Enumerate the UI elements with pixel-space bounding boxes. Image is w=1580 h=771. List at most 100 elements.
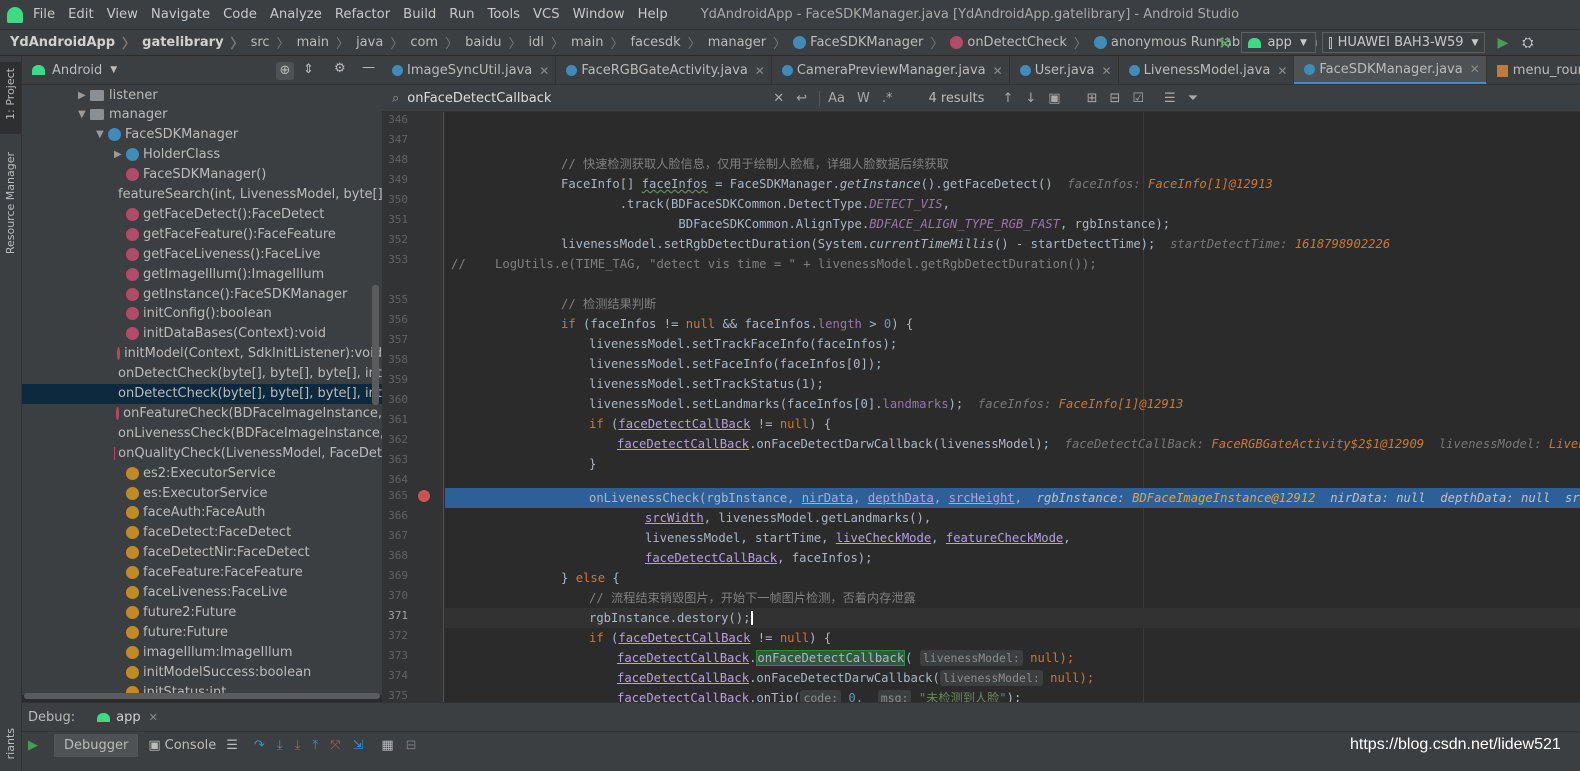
tree-item[interactable]: onLivenessCheck(BDFaceImageInstance, — [22, 423, 382, 443]
select-all-icon[interactable]: ☑ — [1132, 91, 1144, 106]
run-play-icon[interactable]: ▶ — [1497, 35, 1508, 51]
menu-edit[interactable]: Edit — [68, 7, 94, 22]
tab-file[interactable]: ImageSyncUtil.java ✕ — [382, 56, 557, 84]
trace-icon[interactable]: ⊟ — [406, 738, 417, 753]
menu-file[interactable]: File — [33, 7, 55, 22]
menu-refactor[interactable]: Refactor — [335, 7, 390, 22]
hammer-build-icon[interactable]: ⚒ — [1218, 34, 1231, 52]
threads-list-icon[interactable]: ☰ — [226, 738, 238, 753]
step-over-icon[interactable]: ↷ — [254, 738, 265, 753]
breadcrumb-item[interactable]: facesdk 〉 — [630, 33, 707, 52]
menu-tools[interactable]: Tools — [488, 7, 520, 22]
drop-frame-icon[interactable]: ⤧ — [330, 738, 340, 753]
close-icon[interactable]: ✕ — [149, 711, 158, 724]
breadcrumb-item[interactable]: YdAndroidApp 〉 — [10, 33, 142, 52]
tree-item[interactable]: ▼ FaceSDKManager — [22, 125, 382, 145]
resume-program-icon[interactable]: ▶ — [28, 738, 38, 753]
tree-item[interactable]: onDetectCheck(byte[], byte[], byte[], in… — [22, 364, 382, 384]
gear-icon[interactable]: ⚙ — [334, 61, 346, 76]
breakpoint-icon[interactable] — [418, 490, 430, 502]
show-filter-icon[interactable]: ☰ — [1164, 91, 1176, 106]
tab-file[interactable]: menu_round_frist.xml✕ — [1487, 56, 1580, 84]
breadcrumb-item[interactable]: manager 〉 — [708, 33, 793, 52]
breadcrumb-item[interactable]: src 〉 — [251, 33, 297, 52]
minimize-icon[interactable]: — — [362, 60, 375, 75]
code-editor[interactable]: // 快速检测获取人脸信息，仅用于绘制人脸框，详细人脸数据后续获取 FaceIn… — [445, 112, 1580, 702]
tree-item[interactable]: future:Future — [22, 622, 382, 642]
tree-item[interactable]: getFaceDetect():FaceDetect — [22, 204, 382, 224]
close-tab-icon[interactable]: ✕ — [755, 64, 765, 78]
breadcrumb-item[interactable]: onDetectCheck 〉 — [950, 33, 1094, 52]
tree-item[interactable]: onDetectCheck(byte[], byte[], byte[], in… — [22, 383, 382, 404]
tree-item[interactable]: initConfig():boolean — [22, 304, 382, 324]
next-occurrence-icon[interactable]: ↓ — [1025, 91, 1036, 106]
menu-help[interactable]: Help — [638, 7, 668, 22]
tab-file[interactable]: CameraPreviewManager.java ✕ — [772, 56, 1010, 84]
tab-file[interactable]: User.java ✕ — [1010, 56, 1119, 84]
menu-build[interactable]: Build — [403, 7, 436, 22]
tree-item[interactable]: es:ExecutorService — [22, 483, 382, 503]
tab-file[interactable]: FaceSDKManager.java ✕ — [1294, 56, 1487, 84]
tab-console[interactable]: Console — [165, 738, 217, 753]
menu-code[interactable]: Code — [223, 7, 257, 22]
tree-item[interactable]: initDataBases(Context):void — [22, 324, 382, 344]
tree-item[interactable]: ▶ HolderClass — [22, 145, 382, 165]
tree-item[interactable]: faceDetect:FaceDetect — [22, 523, 382, 543]
project-tool-button[interactable]: 1: Project — [0, 62, 21, 134]
tree-item[interactable]: ▶ listener — [22, 85, 382, 105]
evaluate-expression-icon[interactable]: ▦ — [381, 738, 393, 753]
tree-item[interactable]: onFeatureCheck(BDFaceImageInstance, — [22, 403, 382, 423]
remove-occurrence-icon[interactable]: ⊟ — [1109, 91, 1120, 106]
tree-item[interactable]: future2:Future — [22, 602, 382, 622]
step-out-icon[interactable]: ⤒ — [312, 738, 318, 753]
locate-icon[interactable]: ⊕ — [276, 62, 294, 80]
collapse-arrow-icon[interactable]: ▶ — [114, 149, 126, 160]
close-tab-icon[interactable]: ✕ — [1277, 64, 1287, 78]
menu-vcs[interactable]: VCS — [533, 7, 560, 22]
filter-icon[interactable]: ⏷ — [1188, 91, 1198, 106]
regex-icon[interactable]: .* — [882, 91, 893, 106]
close-tab-icon[interactable]: ✕ — [539, 64, 549, 78]
menu-view[interactable]: View — [107, 7, 138, 22]
match-case-icon[interactable]: Aa — [819, 90, 845, 106]
tree-item[interactable]: getFaceFeature():FaceFeature — [22, 224, 382, 244]
breadcrumb-item[interactable]: com 〉 — [410, 33, 465, 52]
collapse-arrow-icon[interactable]: ▶ — [78, 90, 90, 101]
tree-item[interactable]: faceDetectNir:FaceDetect — [22, 543, 382, 563]
tab-debugger[interactable]: Debugger — [54, 734, 139, 757]
close-tab-icon[interactable]: ✕ — [1470, 62, 1480, 76]
breadcrumb-item[interactable]: baidu 〉 — [465, 33, 528, 52]
tree-item[interactable]: onQualityCheck(LivenessModel, FaceDet — [22, 443, 382, 463]
tree-horizontal-scrollbar[interactable] — [24, 693, 380, 699]
tab-file[interactable]: FaceRGBGateActivity.java ✕ — [556, 56, 772, 84]
tree-item[interactable]: faceFeature:FaceFeature — [22, 563, 382, 583]
expand-arrow-icon[interactable]: ▼ — [78, 109, 90, 120]
resource-manager-tool-button[interactable]: Resource Manager — [4, 152, 17, 254]
build-variants-tool-button[interactable]: riants — [4, 728, 17, 759]
tree-scrollbar[interactable] — [372, 285, 379, 405]
select-all-occurrences-icon[interactable]: ▣ — [1048, 91, 1060, 106]
breadcrumb-item[interactable]: main 〉 — [571, 33, 631, 52]
clear-search-icon[interactable]: ✕ — [773, 91, 784, 106]
breadcrumb-item[interactable]: idl 〉 — [528, 33, 571, 52]
breadcrumb-item[interactable]: main 〉 — [297, 33, 357, 52]
menu-run[interactable]: Run — [449, 7, 474, 22]
debug-icon[interactable]: ⛭ — [1522, 35, 1533, 51]
device-select[interactable]: HUAWEI BAH3-W59 ▼ — [1322, 32, 1486, 53]
tab-file[interactable]: LivenessModel.java ✕ — [1119, 56, 1295, 84]
tree-item[interactable]: featureSearch(int, LivenessModel, byte[]… — [22, 185, 382, 205]
whole-words-icon[interactable]: W — [857, 91, 870, 106]
tree-item[interactable]: getImageIllum():ImageIllum — [22, 264, 382, 284]
tree-item[interactable]: getInstance():FaceSDKManager — [22, 284, 382, 304]
menu-window[interactable]: Window — [573, 7, 625, 22]
project-view-select[interactable]: Android — [52, 63, 102, 78]
breadcrumb-item[interactable]: gatelibrary 〉 — [142, 33, 250, 52]
tree-item[interactable]: ▼ manager — [22, 105, 382, 125]
tree-item[interactable]: initModel(Context, SdkInitListener):void — [22, 344, 382, 364]
tree-item[interactable]: initModelSuccess:boolean — [22, 662, 382, 682]
search-icon[interactable]: ⌕ — [392, 91, 399, 106]
previous-occurrence-icon[interactable]: ↑ — [1002, 91, 1013, 106]
search-input[interactable] — [407, 87, 768, 109]
force-step-into-icon[interactable]: ⤓ — [295, 738, 301, 753]
close-tab-icon[interactable]: ✕ — [993, 64, 1003, 78]
